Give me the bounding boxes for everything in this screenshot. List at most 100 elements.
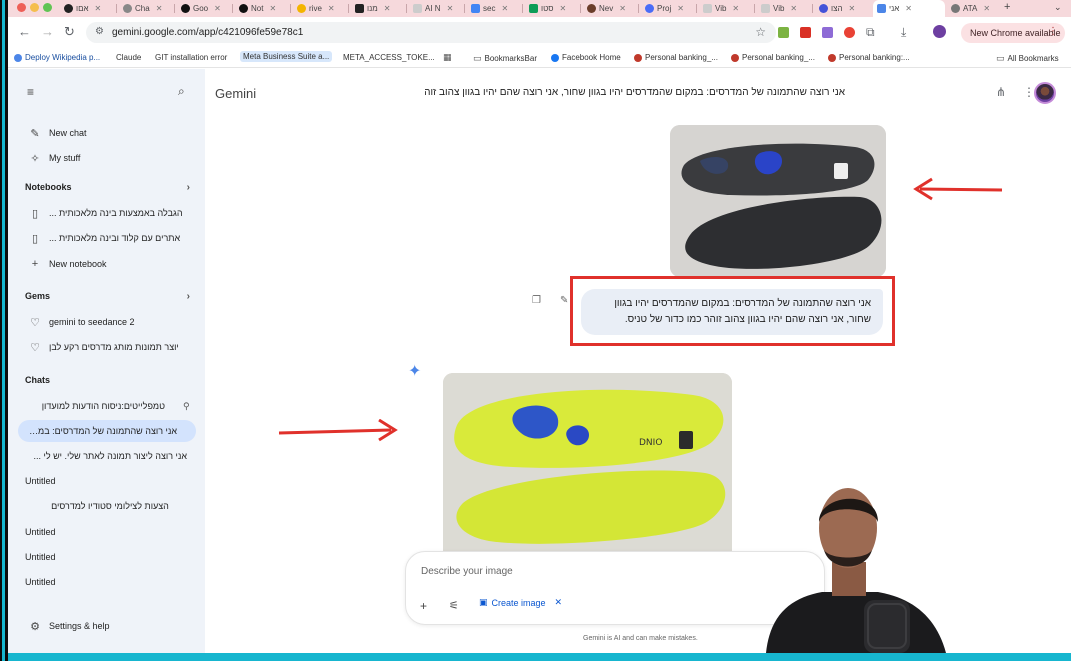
chats-heading-label: Chats — [25, 375, 51, 385]
close-icon[interactable]: ✕ — [555, 597, 563, 608]
tab-13[interactable]: Vib ✕ — [757, 0, 797, 17]
close-tab-icon[interactable]: ✕ — [156, 4, 163, 13]
maximize-window-button[interactable] — [43, 3, 52, 12]
bookmark-item[interactable]: Meta Business Suite a... — [240, 51, 333, 62]
tab-search-chevron-icon[interactable]: ⌄ — [1054, 2, 1062, 13]
chat-item[interactable]: אני רוצה ליצור תמונה לאתר שלי. יש לי ... — [25, 445, 195, 467]
tab-4[interactable]: Not ✕ — [235, 0, 276, 17]
tab-10[interactable]: Nev ✕ — [583, 0, 626, 17]
create-image-chip[interactable]: ▣ Create image ✕ — [479, 597, 562, 608]
notebooks-heading[interactable]: Notebooks › — [25, 182, 190, 193]
share-icon[interactable]: ⋔ — [996, 85, 1006, 99]
chat-item[interactable]: Untitled — [25, 546, 195, 568]
tab-12[interactable]: Vib ✕ — [699, 0, 739, 17]
close-tab-icon[interactable]: ✕ — [732, 4, 739, 13]
tab-1[interactable]: אםו ✕ — [60, 0, 101, 17]
tab-9[interactable]: סטו ✕ — [525, 0, 566, 17]
close-tab-icon[interactable]: ✕ — [849, 4, 856, 13]
chat-item[interactable]: Untitled — [25, 470, 195, 492]
close-tab-icon[interactable]: ✕ — [790, 4, 797, 13]
bookmark-folder[interactable]: ▭ BookmarksBar — [473, 53, 537, 64]
bookmark-item[interactable]: Personal banking_... — [731, 53, 815, 62]
reload-icon[interactable]: ↻ — [64, 24, 75, 40]
bookmark-item[interactable]: Personal banking:... — [828, 53, 910, 62]
tab-11[interactable]: Proj ✕ — [641, 0, 684, 17]
site-settings-icon[interactable]: ⚙ — [95, 26, 104, 37]
tab-5[interactable]: rive ✕ — [293, 0, 335, 17]
edit-pencil-icon[interactable]: ✎ — [560, 295, 568, 306]
bookmark-item[interactable]: META_ACCESS_TOKE... — [343, 53, 435, 62]
close-tab-icon[interactable]: ✕ — [384, 4, 391, 13]
account-avatar[interactable] — [1034, 82, 1056, 104]
tab-3[interactable]: Goo ✕ — [177, 0, 221, 17]
close-tab-icon[interactable]: ✕ — [95, 4, 102, 13]
close-tab-icon[interactable]: ✕ — [269, 4, 276, 13]
tab-16[interactable]: ATA ✕ — [947, 0, 990, 17]
bookmark-item[interactable]: GIT installation error — [155, 53, 227, 62]
all-bookmarks-folder[interactable]: ▭ All Bookmarks — [996, 53, 1059, 64]
chat-item[interactable]: טמפלייטים:ניסוח הודעות למועדון ⚲ — [25, 395, 195, 417]
search-icon[interactable]: ⌕ — [178, 84, 185, 99]
address-bar[interactable]: ⚙ gemini.google.com/app/c421096fe59e78c1… — [86, 22, 776, 43]
bookmark-item[interactable]: Deploy Wikipedia p... — [14, 53, 100, 62]
extension-icon[interactable] — [800, 27, 811, 38]
tab-favicon-icon — [355, 4, 364, 13]
extension-icon[interactable] — [844, 27, 855, 38]
close-tab-icon[interactable]: ✕ — [328, 4, 335, 13]
close-tab-icon[interactable]: ✕ — [677, 4, 684, 13]
uploaded-insole-image[interactable] — [670, 125, 886, 277]
gem-label: יוצר תמונות מותג מדרסים רקע לבן — [49, 342, 179, 352]
tab-2[interactable]: Cha ✕ — [119, 0, 162, 17]
close-tab-icon[interactable]: ✕ — [905, 4, 912, 13]
chevron-right-icon: › — [186, 182, 190, 193]
menu-hamburger-icon[interactable]: ≡ — [27, 85, 34, 99]
close-tab-icon[interactable]: ✕ — [619, 4, 626, 13]
new-notebook-button[interactable]: + New notebook — [25, 253, 195, 275]
chat-item[interactable]: Untitled — [25, 571, 195, 593]
gem-item[interactable]: ♡ gemini to seedance 2 — [25, 311, 195, 333]
close-tab-icon[interactable]: ✕ — [560, 4, 567, 13]
notebook-item[interactable]: ▯ אתרים עם קלוד ובינה מלאכותית ... — [25, 227, 195, 249]
tab-7[interactable]: AI N ✕ — [409, 0, 453, 17]
tab-15-active[interactable]: אני ✕ — [873, 0, 945, 17]
settings-help-button[interactable]: ⚙ Settings & help — [25, 615, 195, 637]
bookmark-item[interactable]: Personal banking_... — [634, 53, 718, 62]
extension-icon[interactable] — [822, 27, 833, 38]
back-arrow-icon[interactable]: ← — [18, 24, 31, 39]
close-window-button[interactable] — [17, 3, 26, 12]
close-tab-icon[interactable]: ✕ — [447, 4, 454, 13]
notebook-item[interactable]: ▯ הגבלה באמצעות בינה מלאכותית ... — [25, 202, 195, 224]
prompt-input[interactable]: Describe your image — [421, 566, 513, 577]
copy-icon[interactable]: ❐ — [532, 295, 541, 306]
tab-14[interactable]: הצו ✕ — [815, 0, 855, 17]
my-stuff-button[interactable]: ✧ My stuff — [25, 147, 195, 169]
bookmark-item[interactable]: Facebook Home — [551, 53, 621, 62]
add-plus-icon[interactable]: + — [420, 599, 427, 613]
tools-sliders-icon[interactable]: ⚟ — [449, 599, 459, 612]
gem-item[interactable]: ♡ יוצר תמונות מותג מדרסים רקע לבן — [25, 336, 195, 358]
download-icon[interactable]: ⤓ — [901, 25, 906, 40]
new-chrome-available-button[interactable]: New Chrome available ⋮ — [961, 23, 1065, 43]
bookmark-star-icon[interactable]: ☆ — [755, 25, 766, 39]
extensions-puzzle-icon[interactable]: ⧉ — [866, 25, 875, 40]
chat-item[interactable]: Untitled — [25, 521, 195, 543]
gems-heading[interactable]: Gems › — [25, 291, 190, 302]
close-tab-icon[interactable]: ✕ — [214, 4, 221, 13]
minimize-window-button[interactable] — [30, 3, 39, 12]
forward-arrow-icon[interactable]: → — [41, 24, 54, 39]
tab-6[interactable]: מנו ✕ — [351, 0, 390, 17]
generated-insole-image[interactable]: DNIO — [443, 373, 732, 551]
chat-item[interactable]: הצעות לצילומי סטודיו למדרסים — [25, 495, 195, 517]
extension-icon[interactable] — [778, 27, 789, 38]
new-chat-button[interactable]: ✎ New chat — [25, 122, 195, 144]
bookmark-item[interactable]: Claude — [116, 53, 141, 62]
more-menu-icon[interactable]: ⋮ — [1048, 26, 1058, 37]
tab-8[interactable]: sec ✕ — [467, 0, 508, 17]
close-tab-icon[interactable]: ✕ — [501, 4, 508, 13]
chat-item-active[interactable]: אני רוצה שהתמונה של המדרסים: במקו... — [18, 420, 196, 442]
apps-grid-icon[interactable]: ▦ — [443, 52, 452, 63]
profile-avatar[interactable] — [933, 25, 946, 38]
close-tab-icon[interactable]: ✕ — [983, 4, 990, 13]
bank-icon — [828, 53, 836, 62]
new-tab-icon[interactable]: + — [1004, 1, 1010, 13]
